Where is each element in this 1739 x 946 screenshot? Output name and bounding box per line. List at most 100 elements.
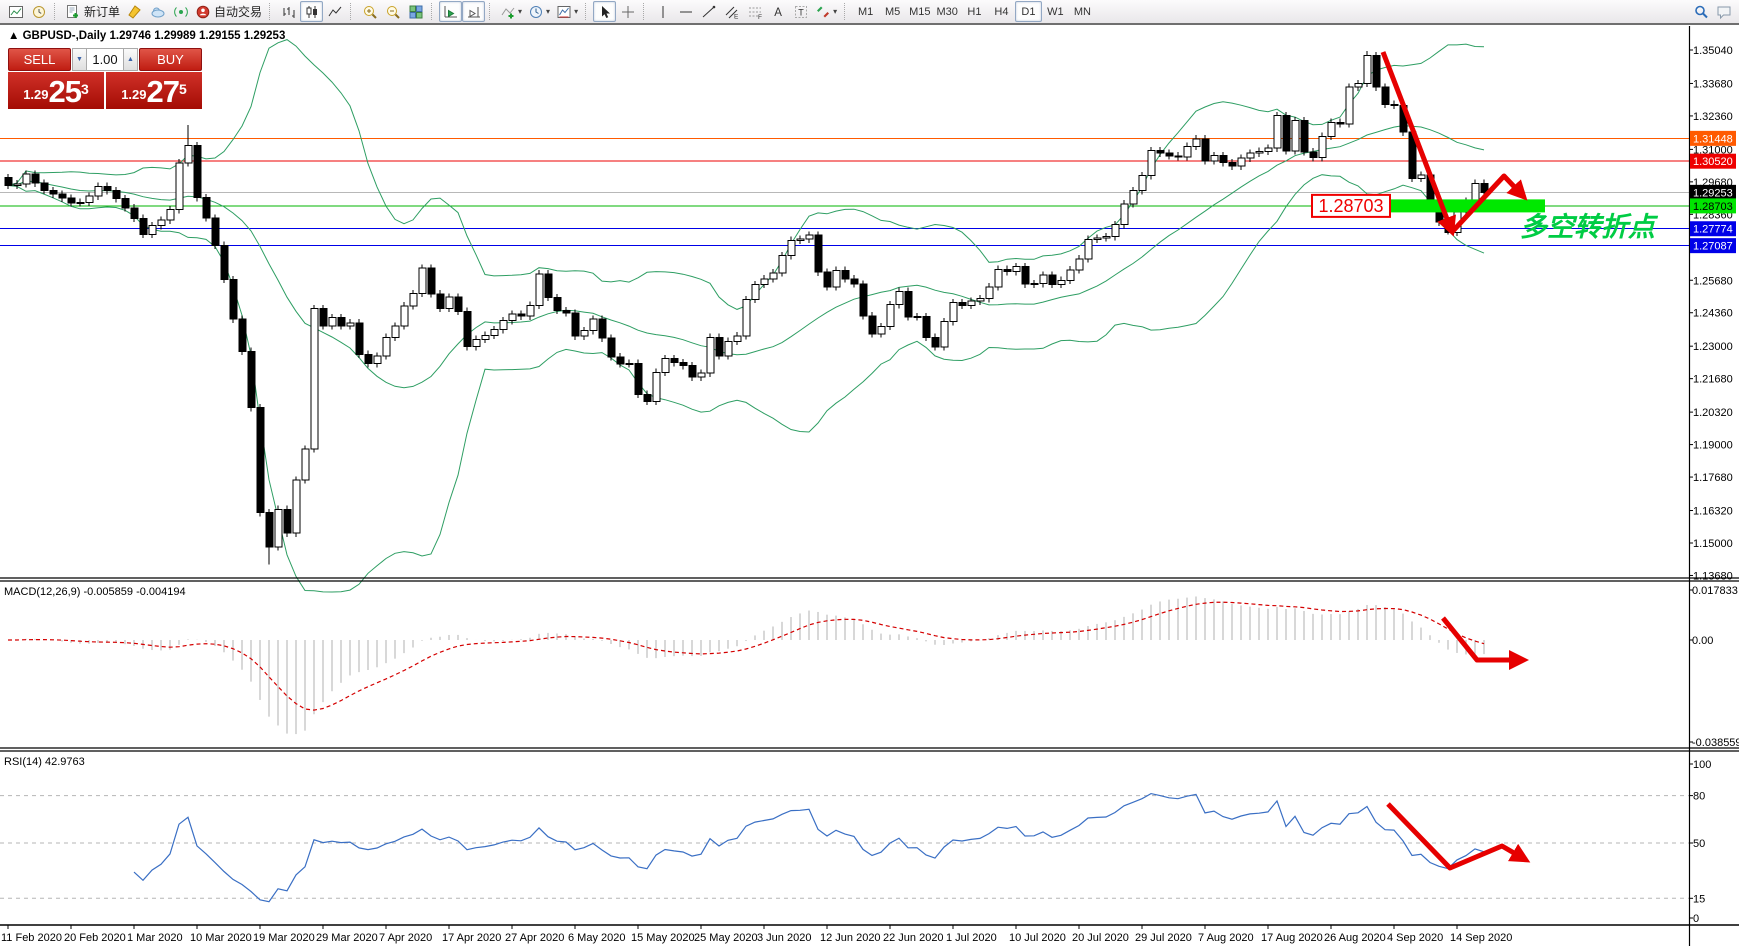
candle-body (1390, 103, 1399, 106)
market-button[interactable] (146, 1, 169, 22)
candle-body (256, 407, 265, 514)
candle-body (427, 267, 436, 295)
periods-button[interactable]: ▾ (525, 1, 553, 22)
candle-body (265, 512, 274, 548)
candle-body (1048, 274, 1057, 285)
indicators-button[interactable]: ▾ (497, 1, 525, 22)
profiles-button[interactable] (27, 1, 50, 22)
candle-body (769, 272, 778, 280)
time-tick-label: 15 May 2020 (631, 932, 695, 944)
buy-price[interactable]: 1.29 27 5 (106, 72, 202, 109)
line-chart-button[interactable] (323, 1, 346, 22)
macd-axis-label: 0.00 (1692, 635, 1713, 647)
candle-body (1291, 120, 1300, 152)
tf-h1[interactable]: H1 (961, 1, 988, 22)
chat-button[interactable] (1712, 1, 1735, 22)
tf-m30[interactable]: M30 (934, 1, 961, 22)
chat-icon (1717, 6, 1730, 19)
dropdown-arrow-icon: ▾ (546, 7, 551, 16)
bars-icon (283, 6, 295, 18)
bar-chart-button[interactable] (277, 1, 300, 22)
trendline-button[interactable] (697, 1, 720, 22)
candle-chart-button[interactable] (300, 1, 324, 22)
support-zone-rect[interactable] (1390, 199, 1545, 213)
time-tick-label: 11 Feb 2020 (1, 932, 62, 944)
candle-body (121, 198, 130, 209)
price-chart[interactable]: 1.350401.336801.323601.310001.296801.283… (0, 26, 1739, 946)
chart-canvas[interactable]: 1.35040 1.33680 1.32360 1.31000 1.29680 1.283… (0, 26, 1739, 946)
candle-body (706, 336, 715, 374)
tf-w1[interactable]: W1 (1042, 1, 1069, 22)
candle-body (616, 356, 625, 365)
candle-body (499, 320, 508, 331)
turning-point-note[interactable]: 多空转折点 (1520, 212, 1659, 242)
tf-m1[interactable]: M1 (852, 1, 879, 22)
candle-body (436, 293, 445, 310)
volume-input[interactable] (87, 48, 123, 71)
volume-up-button[interactable]: ▲ (123, 48, 138, 71)
text-button[interactable]: A (766, 1, 789, 22)
zoomout-icon (386, 5, 400, 19)
toolbar-group-divider (431, 3, 436, 20)
candle-body (355, 322, 364, 355)
sell-button[interactable]: SELL (8, 48, 71, 71)
signals-button[interactable] (169, 1, 192, 22)
candle-body (463, 310, 472, 348)
candle-body (67, 197, 76, 204)
time-tick-label: 27 Apr 2020 (505, 932, 564, 944)
templates-button[interactable]: ▾ (553, 1, 581, 22)
candle-body (400, 305, 409, 327)
candle-body (562, 310, 571, 314)
sell-price[interactable]: 1.29 25 3 (8, 72, 104, 109)
horizontal-line-button[interactable] (674, 1, 697, 22)
tf-d1[interactable]: D1 (1014, 1, 1042, 22)
tf-mn[interactable]: MN (1069, 1, 1096, 22)
candle-body (310, 308, 319, 450)
candle-body (976, 298, 985, 302)
charts-button[interactable] (4, 1, 27, 22)
price-tick-label: 1.33680 (1693, 78, 1733, 90)
zoom-out-button[interactable] (381, 1, 404, 22)
hline-icon (679, 11, 692, 12)
candle-body (508, 313, 517, 322)
candle-body (1093, 237, 1102, 240)
time-tick-label: 4 Sep 2020 (1387, 932, 1443, 944)
metaeditor-button[interactable] (123, 1, 146, 22)
profile-icon (32, 5, 45, 18)
candle-body (733, 335, 742, 342)
auto-scroll-button[interactable] (439, 1, 463, 22)
candle-body (904, 290, 913, 318)
chartwin-icon (8, 5, 23, 18)
time-tick-label: 1 Jul 2020 (946, 932, 997, 944)
candle-body (661, 357, 670, 373)
candle-body (607, 337, 616, 358)
zoom-in-button[interactable] (358, 1, 381, 22)
fibo-icon: F (748, 7, 762, 20)
new-order-button[interactable]: 新订单 (62, 1, 123, 22)
price-label-text: 1.27774 (1693, 224, 1733, 236)
fibonacci-button[interactable]: F (743, 1, 766, 22)
tile-windows-button[interactable] (404, 1, 427, 22)
shift-icon (467, 6, 480, 17)
chart-shift-button[interactable] (462, 1, 486, 22)
toolbar: 新订单 自动交易 ▾ ▾ ▾ E F A T ▾ M1 M5 M15 M30 H1 H4 D1 W1 MN (0, 0, 1739, 25)
price-label-text: 1.31448 (1693, 133, 1733, 145)
autotrading-button[interactable]: 自动交易 (192, 1, 265, 22)
tf-m5[interactable]: M5 (879, 1, 906, 22)
arrows-button[interactable]: ▾ (812, 1, 840, 22)
tile-icon (409, 5, 423, 18)
search-button[interactable] (1689, 1, 1712, 22)
candle-body (1039, 274, 1048, 285)
vertical-line-button[interactable] (651, 1, 674, 22)
tf-h4[interactable]: H4 (988, 1, 1015, 22)
crosshair-button[interactable] (616, 1, 639, 22)
text-label-button[interactable]: T (789, 1, 812, 22)
cursor-button[interactable] (593, 1, 617, 22)
candle-body (229, 279, 238, 320)
tf-m15[interactable]: M15 (906, 1, 933, 22)
rsi-label: RSI(14) 42.9763 (4, 756, 85, 768)
channel-button[interactable]: E (720, 1, 743, 22)
candle-body (913, 316, 922, 319)
buy-button[interactable]: BUY (139, 48, 202, 71)
volume-down-button[interactable]: ▼ (72, 48, 87, 71)
